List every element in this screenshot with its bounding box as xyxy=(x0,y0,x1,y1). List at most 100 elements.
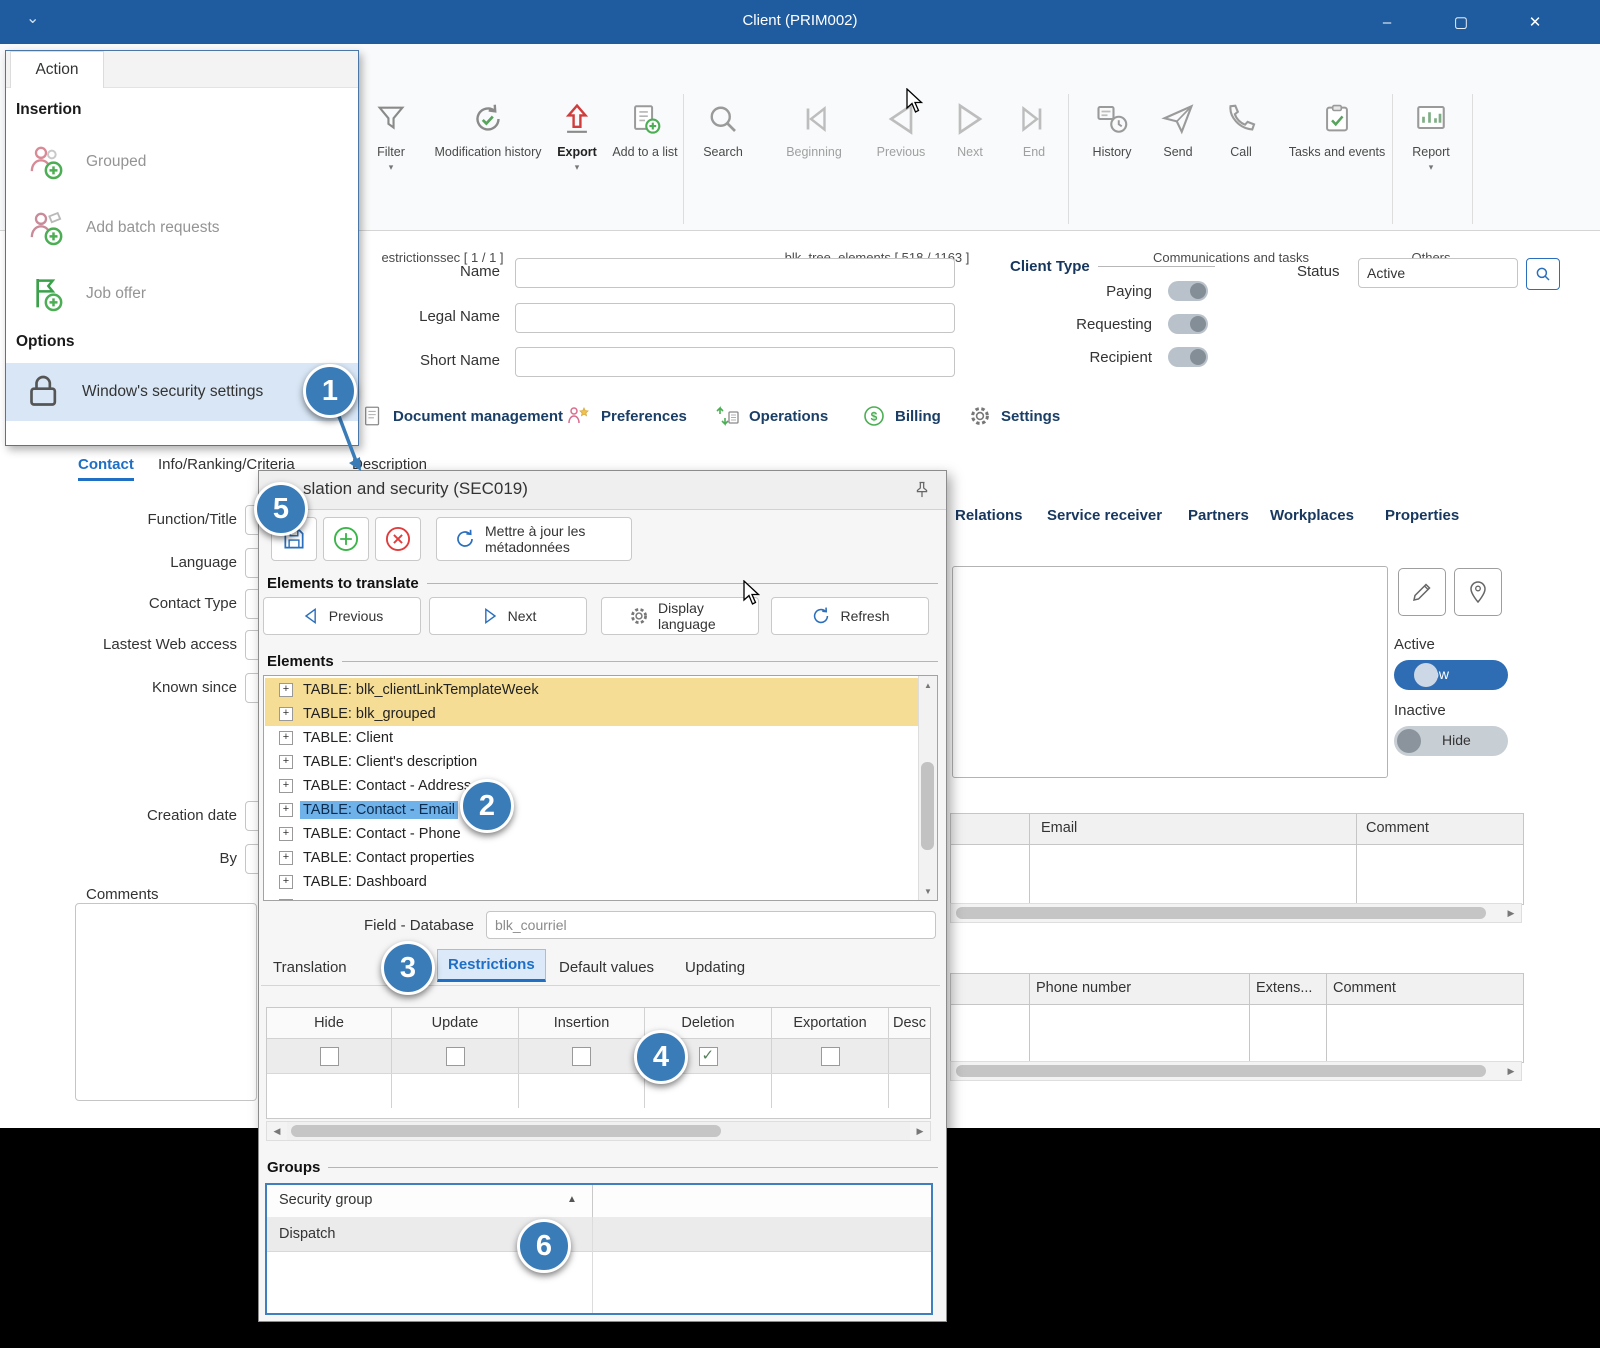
nav-preferences[interactable]: Preferences xyxy=(566,404,687,428)
email-column-header[interactable]: Email xyxy=(1041,820,1077,836)
insertion-checkbox[interactable] xyxy=(572,1047,591,1066)
deletion-checkbox[interactable] xyxy=(699,1047,718,1066)
pin-icon[interactable] xyxy=(912,480,932,500)
scroll-left-icon[interactable]: ◀ xyxy=(267,1122,287,1140)
exportation-checkbox[interactable] xyxy=(821,1047,840,1066)
phone-number-column-header[interactable]: Phone number xyxy=(1036,980,1131,996)
tree-item[interactable]: +TABLE: Contact - Address xyxy=(265,774,918,798)
column-update[interactable]: Update xyxy=(392,1008,519,1038)
tab-default-values[interactable]: Default values xyxy=(549,953,664,982)
call-button[interactable]: Call xyxy=(1215,96,1267,160)
extension-column-header[interactable]: Extens... xyxy=(1256,980,1312,996)
add-button[interactable] xyxy=(323,517,369,561)
tab-workplaces[interactable]: Workplaces xyxy=(1270,507,1354,524)
tab-contact[interactable]: Contact xyxy=(78,456,134,481)
groups-table-row[interactable]: Dispatch xyxy=(267,1217,931,1252)
maximize-button[interactable]: ▢ xyxy=(1432,0,1490,44)
tree-item[interactable]: +TABLE: Contact - Phone xyxy=(265,822,918,846)
tab-relations[interactable]: Relations xyxy=(955,507,1023,524)
menu-item-add-batch-requests[interactable]: Add batch requests xyxy=(6,199,358,257)
add-to-list-button[interactable]: Add to a list xyxy=(612,96,678,160)
expand-icon[interactable]: + xyxy=(279,683,293,697)
tab-updating[interactable]: Updating xyxy=(675,953,755,982)
tab-partners[interactable]: Partners xyxy=(1188,507,1249,524)
email-table[interactable]: Email Comment xyxy=(950,813,1524,905)
edit-button[interactable] xyxy=(1398,568,1446,616)
tree-item[interactable]: +TABLE: Contact properties xyxy=(265,846,918,870)
tab-service-receiver[interactable]: Service receiver xyxy=(1047,507,1162,524)
minimize-button[interactable]: – xyxy=(1358,0,1416,44)
tree-item-selected[interactable]: +TABLE: Contact - Email xyxy=(265,798,918,822)
nav-billing[interactable]: $ Billing xyxy=(862,404,941,428)
requesting-toggle[interactable] xyxy=(1168,314,1208,334)
hide-toggle[interactable]: Hide xyxy=(1394,726,1508,756)
action-tab[interactable]: Action xyxy=(10,51,104,88)
sort-ascending-icon[interactable]: ▲ xyxy=(567,1194,577,1205)
groups-table-header[interactable]: Security group ▲ xyxy=(267,1185,931,1218)
tree-item[interactable]: +TABLE: Client's description xyxy=(265,750,918,774)
report-button[interactable]: Report ▾ xyxy=(1400,96,1462,172)
comment-column-header[interactable]: Comment xyxy=(1366,820,1429,836)
expand-icon[interactable]: + xyxy=(279,755,293,769)
nav-settings[interactable]: Settings xyxy=(968,404,1060,428)
search-button[interactable]: Search xyxy=(692,96,754,160)
menu-item-grouped[interactable]: Grouped xyxy=(6,133,358,191)
show-toggle[interactable]: Show xyxy=(1394,660,1508,690)
security-group-column-header[interactable]: Security group xyxy=(279,1192,373,1208)
comments-box[interactable] xyxy=(75,903,257,1101)
update-metadata-button[interactable]: Mettre à jour les métadonnées xyxy=(436,517,632,561)
tree-item[interactable]: +TABLE: blk_grouped xyxy=(265,702,918,726)
display-language-button[interactable]: Display language xyxy=(601,597,759,635)
status-input[interactable] xyxy=(1358,258,1518,288)
expand-icon[interactable]: + xyxy=(279,851,293,865)
column-description[interactable]: Desc xyxy=(889,1008,930,1038)
refresh-elements-button[interactable]: Refresh xyxy=(771,597,929,635)
expand-icon[interactable]: + xyxy=(279,827,293,841)
relations-content-box[interactable] xyxy=(952,566,1388,778)
delete-button[interactable] xyxy=(375,517,421,561)
phone-comment-column-header[interactable]: Comment xyxy=(1333,980,1396,996)
name-input[interactable] xyxy=(515,258,955,288)
phone-table-scrollbar[interactable]: ▶ xyxy=(950,1061,1522,1081)
expand-icon[interactable]: + xyxy=(279,731,293,745)
short-name-input[interactable] xyxy=(515,347,955,377)
column-insertion[interactable]: Insertion xyxy=(519,1008,645,1038)
expand-icon[interactable]: + xyxy=(279,707,293,721)
tab-restrictions[interactable]: Restrictions xyxy=(437,949,546,982)
update-checkbox[interactable] xyxy=(446,1047,465,1066)
next-element-button[interactable]: Next xyxy=(429,597,587,635)
history-button[interactable]: History xyxy=(1082,96,1142,160)
elements-tree[interactable]: +TABLE: blk_clientLinkTemplateWeek +TABL… xyxy=(263,675,938,901)
grid-scrollbar[interactable]: ◀ ▶ xyxy=(266,1121,931,1141)
send-button[interactable]: Send xyxy=(1150,96,1206,160)
tree-item[interactable]: +TABLE: blk_clientLinkTemplateWeek xyxy=(265,678,918,702)
scrollbar-thumb[interactable] xyxy=(291,1125,721,1137)
scroll-up-icon[interactable]: ▲ xyxy=(919,676,937,694)
field-database-input[interactable] xyxy=(486,911,936,939)
paying-toggle[interactable] xyxy=(1168,281,1208,301)
phone-table[interactable]: Phone number Extens... Comment xyxy=(950,973,1524,1063)
email-table-scrollbar[interactable]: ▶ xyxy=(950,903,1522,923)
modification-history-button[interactable]: Modification history xyxy=(432,96,544,160)
tab-translation[interactable]: Translation xyxy=(263,953,357,982)
menu-item-job-offer[interactable]: Job offer xyxy=(6,265,358,323)
scroll-down-icon[interactable]: ▼ xyxy=(919,882,937,900)
nav-operations[interactable]: Operations xyxy=(714,404,828,428)
hide-checkbox[interactable] xyxy=(320,1047,339,1066)
next-record-button[interactable]: Next xyxy=(942,96,998,160)
beginning-button[interactable]: Beginning xyxy=(772,96,856,160)
expand-icon[interactable]: + xyxy=(279,899,293,901)
tree-scrollbar[interactable]: ▲ ▼ xyxy=(918,676,937,900)
scroll-right-icon[interactable]: ▶ xyxy=(1501,904,1521,922)
tasks-events-button[interactable]: Tasks and events xyxy=(1288,96,1386,160)
expand-icon[interactable]: + xyxy=(279,779,293,793)
close-button[interactable]: ✕ xyxy=(1506,0,1564,44)
scrollbar-thumb[interactable] xyxy=(956,907,1486,919)
scrollbar-thumb[interactable] xyxy=(921,762,934,850)
tree-item[interactable]: + xyxy=(265,894,918,901)
dialog-titlebar[interactable]: slation and security (SEC019) xyxy=(259,471,946,510)
expand-icon[interactable]: + xyxy=(279,875,293,889)
scroll-right-icon[interactable]: ▶ xyxy=(1501,1062,1521,1080)
legal-name-input[interactable] xyxy=(515,303,955,333)
tree-item[interactable]: +TABLE: Dashboard xyxy=(265,870,918,894)
